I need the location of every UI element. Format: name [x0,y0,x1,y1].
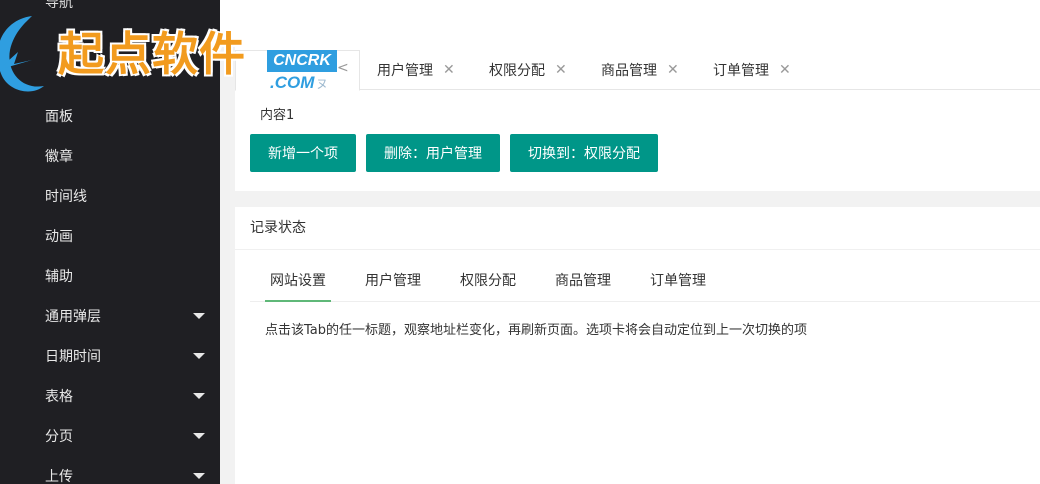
add-item-button[interactable]: 新增一个项 [250,134,356,172]
close-icon[interactable]: ✕ [555,62,567,78]
sidebar-item-label: 日期时间 [45,349,101,365]
tab-user-management[interactable]: 用户管理 [365,261,421,301]
sidebar-item-label: 分页 [45,429,73,445]
tab-label: 权限分配 [489,63,545,79]
sidebar-item-animation[interactable]: 动画 [0,216,220,256]
record-state-card: 记录状态 网站设置 用户管理 权限分配 商品管理 订单管理 点击该Tab的任一标… [235,207,1040,484]
caret-down-icon [193,393,205,399]
tab-label: 商品管理 [601,63,657,79]
tab-permission[interactable]: 权限分配 [460,261,516,301]
sidebar-item-label: 徽章 [45,149,73,165]
caret-down-icon [193,353,205,359]
sidebar-item-layer[interactable]: 通用弹层 [0,296,220,336]
sidebar-item-auxiliary[interactable]: 辅助 [0,256,220,296]
sidebar-item-label: 上传 [45,469,73,484]
sidebar-item-label: 时间线 [45,189,87,205]
tab-products[interactable]: 商品管理 ✕ [601,50,679,90]
tab-permission[interactable]: 权限分配 ✕ [489,50,567,90]
tab-content: 内容1 [260,108,295,123]
sidebar-item-label: 通用弹层 [45,309,101,325]
sidebar-item-timeline[interactable]: 时间线 [0,176,220,216]
divider [235,249,1040,250]
cncrk-logo: 起点软件 CNCRK .COM ヌ [0,6,345,98]
sidebar-item-label: 面板 [45,109,73,125]
logo-text-en: CNCRK [267,50,337,72]
switch-tab-button[interactable]: 切换到：权限分配 [510,134,658,172]
sidebar-item-table[interactable]: 表格 [0,376,220,416]
close-icon[interactable]: ✕ [443,62,455,78]
sidebar-item-label: 辅助 [45,269,73,285]
logo-mark: ヌ [316,77,329,91]
tab-demo-card: < 用户管理 ✕ 权限分配 ✕ 商品管理 ✕ 订单管理 ✕ 内容1 新增一个项 … [235,38,1040,191]
sidebar-item-upload[interactable]: 上传 [0,456,220,484]
logo-text-cn: 起点软件 [58,27,246,81]
tab-orders[interactable]: 订单管理 ✕ [713,50,791,90]
caret-down-icon [193,473,205,479]
sidebar-item-badge[interactable]: 徽章 [0,136,220,176]
sidebar-item-datetime[interactable]: 日期时间 [0,336,220,376]
tab-description: 点击该Tab的任一标题，观察地址栏变化，再刷新页面。选项卡将会自动定位到上一次切… [265,323,808,338]
tab-products[interactable]: 商品管理 [555,261,611,301]
close-icon[interactable]: ✕ [779,62,791,78]
tab-label: 订单管理 [713,63,769,79]
tab-user-management[interactable]: 用户管理 ✕ [377,50,455,90]
caret-down-icon [193,433,205,439]
sidebar-item-pagination[interactable]: 分页 [0,416,220,456]
closable-tab-bar: < 用户管理 ✕ 权限分配 ✕ 商品管理 ✕ 订单管理 ✕ [235,50,1040,91]
sidebar-item-label: 表格 [45,389,73,405]
tab-orders[interactable]: 订单管理 [650,261,706,301]
sidebar-item-panel[interactable]: 面板 [0,96,220,136]
record-tab-bar: 网站设置 用户管理 权限分配 商品管理 订单管理 [250,261,1040,302]
tab-site-settings[interactable]: 网站设置 [265,261,331,302]
caret-down-icon [193,313,205,319]
logo-text-domain: .COM [270,73,315,92]
close-icon[interactable]: ✕ [667,62,679,78]
delete-tab-button[interactable]: 删除：用户管理 [366,134,500,172]
card-title: 记录状态 [250,220,306,236]
logo-swirl-icon [0,16,44,92]
tab-label: 用户管理 [377,63,433,79]
sidebar-item-label: 动画 [45,229,73,245]
